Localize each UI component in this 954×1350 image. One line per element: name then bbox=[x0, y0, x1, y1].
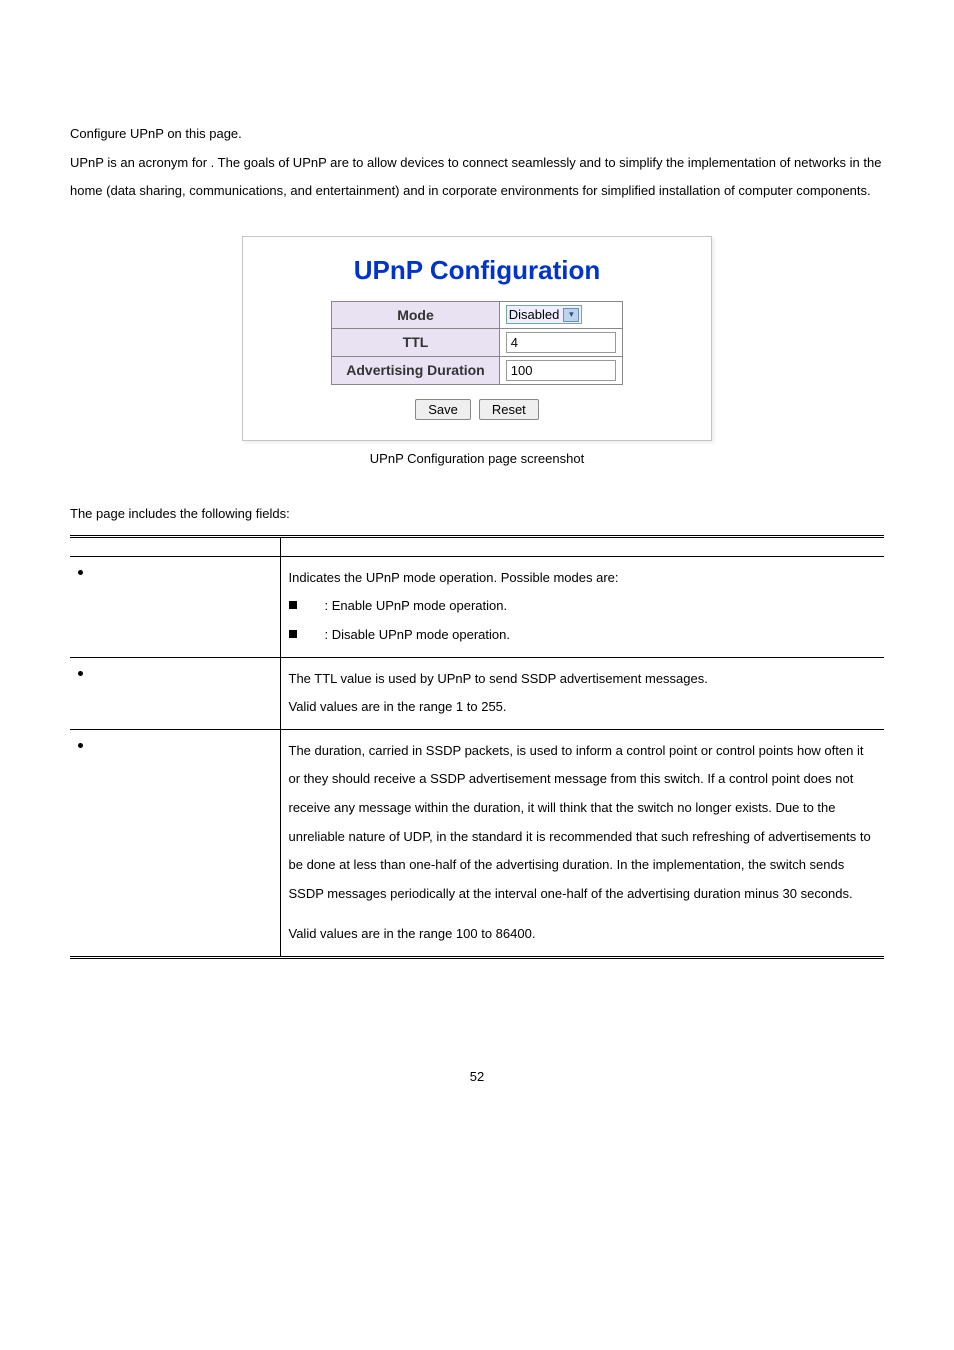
bullet-icon bbox=[78, 570, 83, 575]
fields-intro: The page includes the following fields: bbox=[70, 506, 884, 521]
reset-button[interactable]: Reset bbox=[479, 399, 539, 420]
mode-select[interactable]: Disabled ▾ bbox=[506, 305, 583, 324]
table-row: Indicates the UPnP mode operation. Possi… bbox=[70, 556, 884, 657]
intro-line2: UPnP is an acronym for . The goals of UP… bbox=[70, 149, 884, 206]
header-description bbox=[280, 536, 884, 556]
chevron-down-icon: ▾ bbox=[563, 308, 579, 322]
bullet-icon bbox=[78, 743, 83, 748]
config-caption: UPnP Configuration page screenshot bbox=[70, 451, 884, 466]
table-row: The TTL value is used by UPnP to send SS… bbox=[70, 657, 884, 729]
intro-text: Configure UPnP on this page. UPnP is an … bbox=[70, 120, 884, 206]
upnp-config-panel: UPnP Configuration Mode Disabled ▾ TTL A… bbox=[242, 236, 712, 441]
intro-line1: Configure UPnP on this page. bbox=[70, 120, 884, 149]
table-row: The duration, carried in SSDP packets, i… bbox=[70, 729, 884, 957]
square-bullet-icon bbox=[289, 601, 297, 609]
object-adv-duration bbox=[70, 729, 280, 957]
square-bullet-icon bbox=[289, 630, 297, 638]
mode-select-value: Disabled bbox=[509, 307, 560, 322]
adv-duration-input[interactable] bbox=[506, 360, 616, 381]
header-object bbox=[70, 536, 280, 556]
mode-label: Mode bbox=[332, 301, 499, 328]
adv-duration-label: Advertising Duration bbox=[332, 356, 499, 384]
ttl-input[interactable] bbox=[506, 332, 616, 353]
fields-table: Indicates the UPnP mode operation. Possi… bbox=[70, 535, 884, 959]
ttl-label: TTL bbox=[332, 328, 499, 356]
desc-ttl: The TTL value is used by UPnP to send SS… bbox=[280, 657, 884, 729]
bullet-icon bbox=[78, 671, 83, 676]
object-ttl bbox=[70, 657, 280, 729]
config-table: Mode Disabled ▾ TTL Advertising Duration bbox=[331, 301, 622, 385]
desc-adv-duration: The duration, carried in SSDP packets, i… bbox=[280, 729, 884, 957]
object-mode bbox=[70, 556, 280, 657]
config-title: UPnP Configuration bbox=[283, 255, 671, 286]
page-number: 52 bbox=[70, 1069, 884, 1084]
desc-mode: Indicates the UPnP mode operation. Possi… bbox=[280, 556, 884, 657]
save-button[interactable]: Save bbox=[415, 399, 471, 420]
